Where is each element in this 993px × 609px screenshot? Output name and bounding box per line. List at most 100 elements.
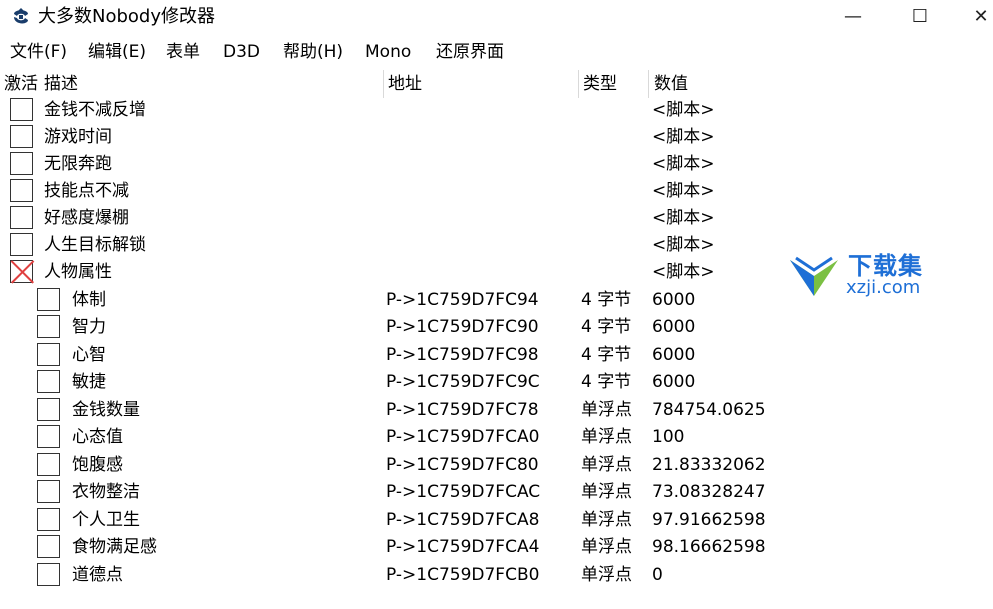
table-row[interactable]: 敏捷 P->1C759D7FC9C 4 字节 6000 [0, 369, 993, 396]
row-value: <脚本> [652, 100, 715, 120]
close-button[interactable]: ✕ [958, 0, 993, 34]
row-value: 6000 [652, 345, 696, 365]
activate-checkbox[interactable] [37, 343, 60, 366]
table-row[interactable]: 智力 P->1C759D7FC90 4 字节 6000 [0, 314, 993, 341]
row-value: 784754.0625 [652, 400, 766, 420]
row-type: 单浮点 [581, 565, 632, 585]
activate-checkbox[interactable] [37, 508, 60, 531]
column-divider[interactable] [648, 70, 649, 98]
row-type: 单浮点 [581, 537, 632, 557]
row-description: 心态值 [72, 427, 123, 447]
watermark-text: 下载集 [848, 252, 923, 280]
row-address: P->1C759D7FC80 [386, 455, 539, 475]
row-value: <脚本> [652, 181, 715, 201]
table-row[interactable]: 金钱不减反增 <脚本> [0, 97, 993, 124]
menu-bar: 文件(F) 编辑(E) 表单 D3D 帮助(H) Mono 还原界面 [0, 38, 993, 66]
row-address: P->1C759D7FCA8 [386, 510, 540, 530]
table-row[interactable]: 食物满足感 P->1C759D7FCA4 单浮点 98.16662598 [0, 534, 993, 561]
table-row[interactable]: 衣物整洁 P->1C759D7FCAC 单浮点 73.08328247 [0, 479, 993, 506]
watermark-logo: 下载集 xzji.com [786, 252, 936, 302]
row-value: 73.08328247 [652, 482, 766, 502]
row-type: 单浮点 [581, 510, 632, 530]
column-divider[interactable] [578, 70, 579, 98]
menu-mono[interactable]: Mono [365, 40, 411, 64]
row-description: 技能点不减 [44, 181, 129, 201]
column-header-value[interactable]: 数值 [654, 72, 688, 96]
row-description: 智力 [72, 317, 106, 337]
row-description: 好感度爆棚 [44, 208, 129, 228]
activate-checkbox[interactable] [10, 179, 33, 202]
activate-checkbox[interactable] [10, 152, 33, 175]
row-value: 6000 [652, 372, 696, 392]
activate-checkbox[interactable] [37, 288, 60, 311]
activate-checkbox[interactable] [10, 206, 33, 229]
table-row[interactable]: 游戏时间 <脚本> [0, 124, 993, 151]
column-header-active[interactable]: 激活 [4, 72, 38, 96]
activate-checkbox[interactable] [37, 315, 60, 338]
column-header-description[interactable]: 描述 [44, 72, 78, 96]
activate-checkbox[interactable] [37, 480, 60, 503]
window-title: 大多数Nobody修改器 [38, 6, 215, 27]
menu-file[interactable]: 文件(F) [10, 40, 67, 64]
menu-help[interactable]: 帮助(H) [283, 40, 343, 64]
row-address: P->1C759D7FC9C [386, 372, 540, 392]
row-type: 4 字节 [581, 345, 632, 365]
row-description: 游戏时间 [44, 127, 112, 147]
menu-d3d[interactable]: D3D [223, 40, 260, 64]
activate-checkbox-active[interactable] [10, 260, 33, 283]
row-value: 21.83332062 [652, 455, 766, 475]
table-row[interactable]: 好感度爆棚 <脚本> [0, 205, 993, 232]
column-divider[interactable] [383, 70, 384, 98]
watermark-url: xzji.com [846, 277, 921, 298]
column-header-address[interactable]: 地址 [388, 72, 422, 96]
activate-checkbox[interactable] [10, 98, 33, 121]
row-description: 人物属性 [44, 262, 112, 282]
table-row[interactable]: 心智 P->1C759D7FC98 4 字节 6000 [0, 342, 993, 369]
activate-checkbox[interactable] [10, 233, 33, 256]
activate-checkbox[interactable] [37, 425, 60, 448]
row-value: 0 [652, 565, 663, 585]
row-value: 6000 [652, 317, 696, 337]
row-value: <脚本> [652, 154, 715, 174]
row-description: 食物满足感 [72, 537, 157, 557]
row-value: <脚本> [652, 127, 715, 147]
activate-checkbox[interactable] [10, 125, 33, 148]
table-row[interactable]: 金钱数量 P->1C759D7FC78 单浮点 784754.0625 [0, 397, 993, 424]
minimize-button[interactable]: — [830, 0, 876, 34]
row-address: P->1C759D7FC94 [386, 290, 539, 310]
row-value: 100 [652, 427, 685, 447]
row-value: <脚本> [652, 262, 715, 282]
row-value: 6000 [652, 290, 696, 310]
table-row[interactable]: 心态值 P->1C759D7FCA0 单浮点 100 [0, 424, 993, 451]
activate-checkbox[interactable] [37, 563, 60, 586]
maximize-button[interactable]: ☐ [897, 0, 943, 34]
menu-restore-ui[interactable]: 还原界面 [436, 40, 504, 64]
row-description: 敏捷 [72, 372, 106, 392]
row-type: 4 字节 [581, 317, 632, 337]
row-value: 98.16662598 [652, 537, 766, 557]
row-address: P->1C759D7FC78 [386, 400, 539, 420]
row-description: 人生目标解锁 [44, 235, 146, 255]
row-description: 个人卫生 [72, 510, 140, 530]
table-row[interactable]: 个人卫生 P->1C759D7FCA8 单浮点 97.91662598 [0, 507, 993, 534]
column-header-type[interactable]: 类型 [583, 72, 617, 96]
row-type: 单浮点 [581, 427, 632, 447]
row-address: P->1C759D7FC90 [386, 317, 539, 337]
activate-checkbox[interactable] [37, 453, 60, 476]
row-description: 衣物整洁 [72, 482, 140, 502]
title-bar: 大多数Nobody修改器 — ☐ ✕ [0, 0, 993, 34]
row-address: P->1C759D7FCB0 [386, 565, 540, 585]
table-row[interactable]: 道德点 P->1C759D7FCB0 单浮点 0 [0, 562, 993, 589]
activate-checkbox[interactable] [37, 398, 60, 421]
table-row[interactable]: 技能点不减 <脚本> [0, 178, 993, 205]
row-type: 4 字节 [581, 290, 632, 310]
menu-edit[interactable]: 编辑(E) [88, 40, 146, 64]
row-address: P->1C759D7FC98 [386, 345, 539, 365]
table-row[interactable]: 饱腹感 P->1C759D7FC80 单浮点 21.83332062 [0, 452, 993, 479]
menu-table[interactable]: 表单 [166, 40, 200, 64]
row-type: 单浮点 [581, 455, 632, 475]
activate-checkbox[interactable] [37, 535, 60, 558]
cheat-engine-icon [14, 8, 28, 24]
activate-checkbox[interactable] [37, 370, 60, 393]
table-row[interactable]: 无限奔跑 <脚本> [0, 151, 993, 178]
